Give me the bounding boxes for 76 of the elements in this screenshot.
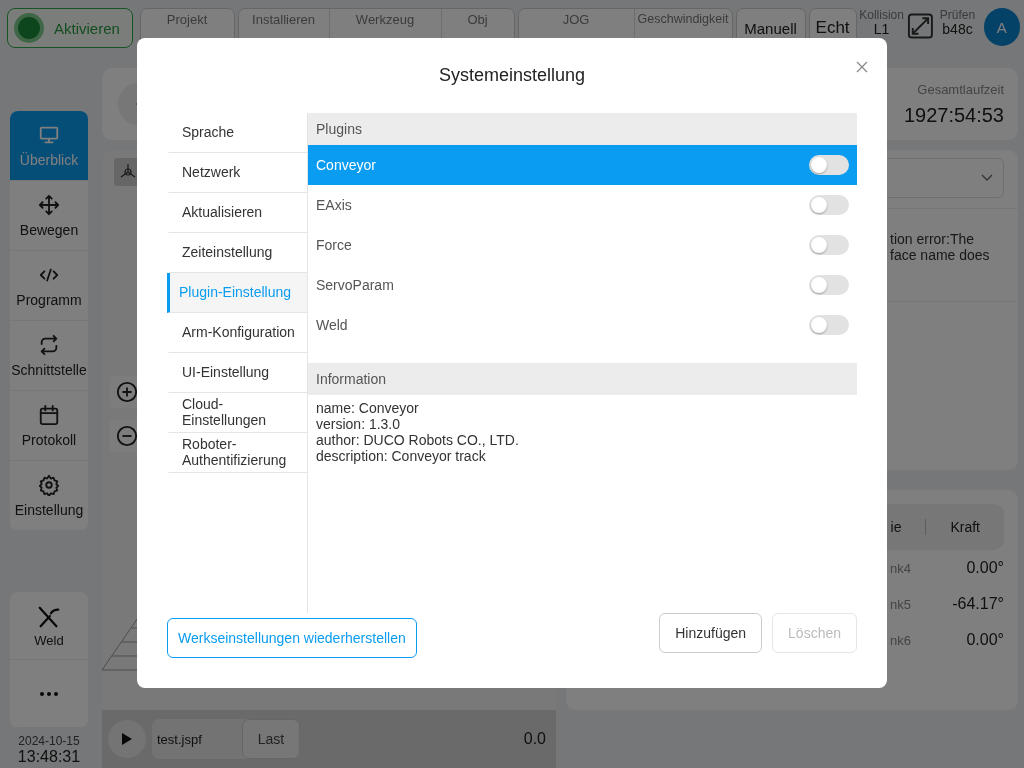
settings-nav-item[interactable]: Plugin-Einstellung (167, 272, 307, 313)
reset-button[interactable]: Werkseinstellungen wiederherstellen (167, 618, 417, 658)
expand-icon[interactable] (906, 12, 934, 40)
section-header: Information (308, 362, 857, 395)
status-label: Projekt (165, 11, 209, 29)
collision-value: L1 (873, 22, 890, 37)
settings-nav-item[interactable]: Cloud-Einstellungen (167, 392, 307, 433)
runtime-label: Gesamtlaufzeit (917, 82, 1004, 97)
play-icon (121, 732, 133, 746)
plugin-name: Weld (316, 316, 348, 333)
date-text: 2024-10-15 (18, 734, 80, 748)
settings-nav-item[interactable]: Netzwerk (167, 152, 307, 193)
joint-label: nk6 (890, 632, 911, 648)
close-icon[interactable] (856, 61, 868, 73)
status-label: JOG (561, 11, 591, 29)
toggle-switch[interactable] (809, 234, 849, 255)
joint-value: 0.00° (966, 559, 1004, 577)
error-message-text: tion error:The (890, 231, 976, 247)
joint-value: 0.00° (966, 631, 1004, 649)
joint-value: -64.17° (952, 595, 1004, 613)
plugin-name: ServoParam (316, 276, 394, 293)
plugin-name: Conveyor (316, 156, 376, 173)
nav-item[interactable]: Weld (10, 592, 88, 660)
nav-item[interactable]: Programm (10, 251, 88, 321)
settings-nav-item[interactable]: Roboter-Authentifizierung (167, 432, 307, 473)
play-button[interactable] (108, 720, 146, 758)
chevron-down-icon (981, 174, 993, 182)
settings-icon (38, 473, 60, 496)
speed-value: 0.0 (523, 730, 547, 748)
info-text: author: DUCO Robots CO., LTD. (316, 431, 520, 448)
move-icon (38, 193, 60, 216)
check-label: Prüfen (939, 8, 976, 22)
dialog-button[interactable]: Hinzufügen (659, 613, 763, 653)
plugin-row[interactable]: Force (308, 224, 857, 265)
segment-tab[interactable]: Kraft (925, 519, 1004, 535)
joint-label: nk5 (890, 596, 911, 612)
plugin-name: Force (316, 236, 352, 253)
toggle-switch[interactable] (809, 274, 849, 295)
toggle-switch[interactable] (809, 154, 849, 175)
plugin-row[interactable]: Conveyor (308, 144, 857, 185)
avatar[interactable]: A (983, 8, 1020, 46)
plugin-row[interactable]: Weld (308, 304, 857, 345)
dialog-title: Systemeinstellung (438, 64, 586, 86)
time-text: 13:48:31 (17, 748, 81, 766)
more-icon (39, 690, 59, 697)
settings-nav-item[interactable]: Sprache (167, 112, 307, 153)
plugin-row[interactable]: ServoParam (308, 264, 857, 305)
calendar-icon (38, 403, 60, 426)
section-header: Plugins (308, 112, 857, 145)
settings-nav-item[interactable]: UI-Einstellung (167, 352, 307, 393)
collision-label: Kollision (859, 8, 904, 22)
nav-item[interactable]: Einstellung (10, 461, 88, 531)
status-label: Installieren (251, 11, 316, 29)
info-text: name: Conveyor (316, 399, 420, 416)
plus-circle-icon (116, 381, 138, 403)
toggle-switch[interactable] (809, 314, 849, 335)
nav-item[interactable]: Schnittstelle (10, 321, 88, 391)
last-button[interactable]: Last (242, 719, 300, 759)
settings-nav-item[interactable]: Aktualisieren (167, 192, 307, 233)
program-file-field[interactable]: test.jspf Last (152, 719, 300, 759)
minus-circle-icon (116, 425, 138, 447)
settings-nav-item[interactable]: Zeiteinstellung (167, 232, 307, 273)
toggle-switch[interactable] (809, 194, 849, 215)
runtime-value: 1927:54:53 (903, 104, 1004, 127)
joint-label: nk4 (890, 560, 911, 576)
repeat-icon (38, 333, 60, 356)
info-text: version: 1.3.0 (316, 415, 401, 432)
error-message-text: face name does (890, 247, 991, 263)
nav-item[interactable]: Protokoll (10, 391, 88, 461)
info-text: description: Conveyor track (316, 447, 487, 464)
settings-nav-item[interactable]: Arm-Konfiguration (167, 312, 307, 353)
plugin-row[interactable]: EAxis (308, 184, 857, 225)
nav-item[interactable]: Bewegen (10, 181, 88, 251)
activate-button[interactable]: Aktivieren (7, 8, 133, 48)
check-value: b48c (942, 22, 973, 37)
plugin-name: EAxis (316, 196, 352, 213)
